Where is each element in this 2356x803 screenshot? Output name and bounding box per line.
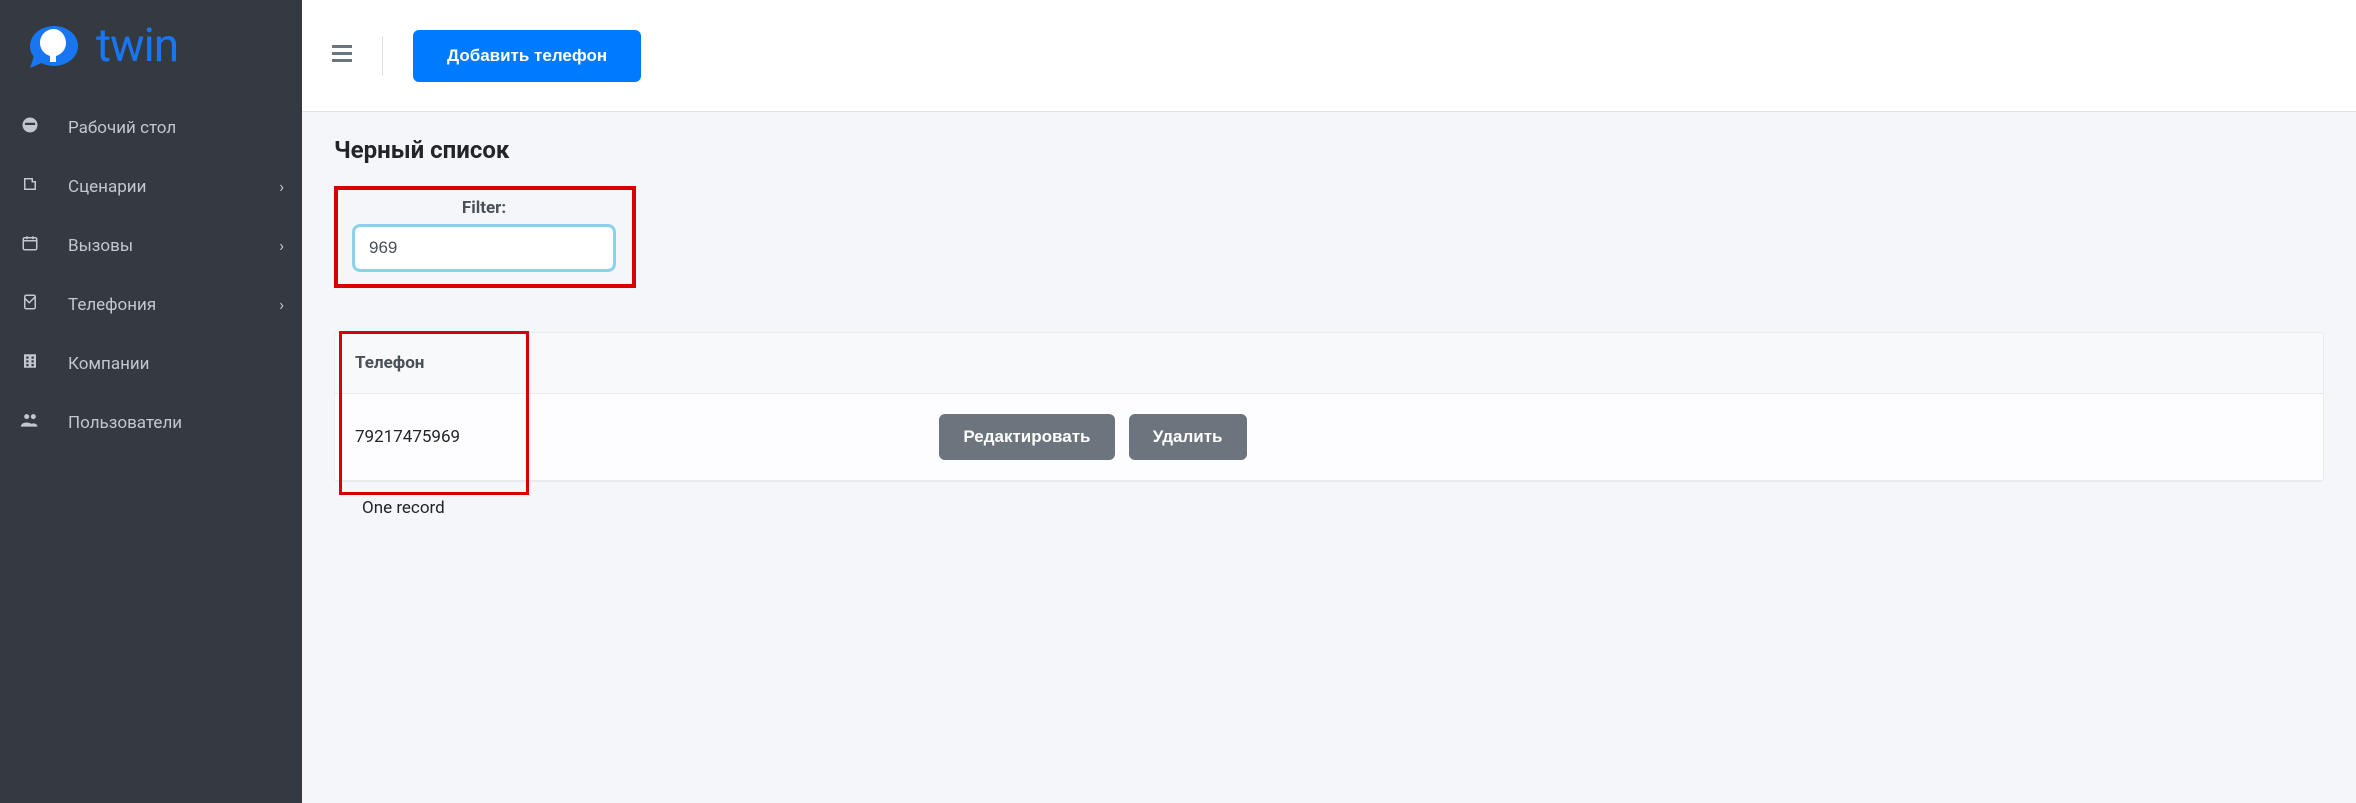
sidebar-item-telephony[interactable]: Телефония › — [0, 275, 302, 334]
delete-button[interactable]: Удалить — [1129, 414, 1247, 460]
table-row: 79217475969 Редактировать Удалить — [335, 394, 2323, 481]
cell-phone: 79217475969 — [335, 394, 909, 481]
building-icon — [18, 352, 42, 375]
record-count: One record — [334, 482, 2324, 518]
sidebar-item-users[interactable]: Пользователи — [0, 393, 302, 452]
menu-toggle-button[interactable] — [332, 43, 352, 69]
topbar: Добавить телефон — [302, 0, 2356, 112]
main: Добавить телефон Черный список Filter: Т… — [302, 0, 2356, 803]
brand-logo[interactable]: twin — [0, 0, 302, 98]
users-icon — [18, 411, 42, 434]
dashboard-icon — [18, 116, 42, 139]
blacklist-table: Телефон 79217475969 Редактировать Удалит… — [335, 333, 2323, 481]
chevron-right-icon: › — [279, 295, 284, 314]
document-icon — [18, 175, 42, 198]
menu-icon — [332, 45, 352, 63]
sidebar-item-companies[interactable]: Компании — [0, 334, 302, 393]
content: Черный список Filter: Телефон — [302, 112, 2356, 803]
add-phone-button[interactable]: Добавить телефон — [413, 30, 641, 82]
column-header-phone[interactable]: Телефон — [335, 333, 909, 394]
sidebar-item-label: Вызовы — [68, 236, 279, 256]
filter-input[interactable] — [354, 226, 614, 270]
sidebar-nav: Рабочий стол Сценарии › Вызовы › — [0, 98, 302, 452]
phone-icon — [18, 293, 42, 316]
edit-button[interactable]: Редактировать — [939, 414, 1114, 460]
filter-highlight-box: Filter: — [334, 186, 636, 288]
page-title: Черный список — [334, 136, 2324, 164]
column-header-actions — [909, 333, 2323, 394]
table-section: Телефон 79217475969 Редактировать Удалит… — [334, 332, 2324, 518]
calendar-icon — [18, 234, 42, 257]
sidebar-item-label: Телефония — [68, 295, 279, 315]
filter-label: Filter: — [354, 198, 614, 218]
brand-logo-icon — [28, 18, 84, 74]
sidebar-item-scenarios[interactable]: Сценарии › — [0, 157, 302, 216]
sidebar-item-dashboard[interactable]: Рабочий стол — [0, 98, 302, 157]
sidebar: twin Рабочий стол Сценарии › Вызовы — [0, 0, 302, 803]
sidebar-item-label: Рабочий стол — [68, 118, 284, 138]
cell-actions: Редактировать Удалить — [909, 394, 2323, 481]
chevron-right-icon: › — [279, 236, 284, 255]
chevron-right-icon: › — [279, 177, 284, 196]
separator — [382, 36, 383, 76]
sidebar-item-label: Сценарии — [68, 177, 279, 197]
brand-name: twin — [96, 19, 178, 73]
sidebar-item-calls[interactable]: Вызовы › — [0, 216, 302, 275]
sidebar-item-label: Пользователи — [68, 413, 284, 433]
sidebar-item-label: Компании — [68, 354, 284, 374]
